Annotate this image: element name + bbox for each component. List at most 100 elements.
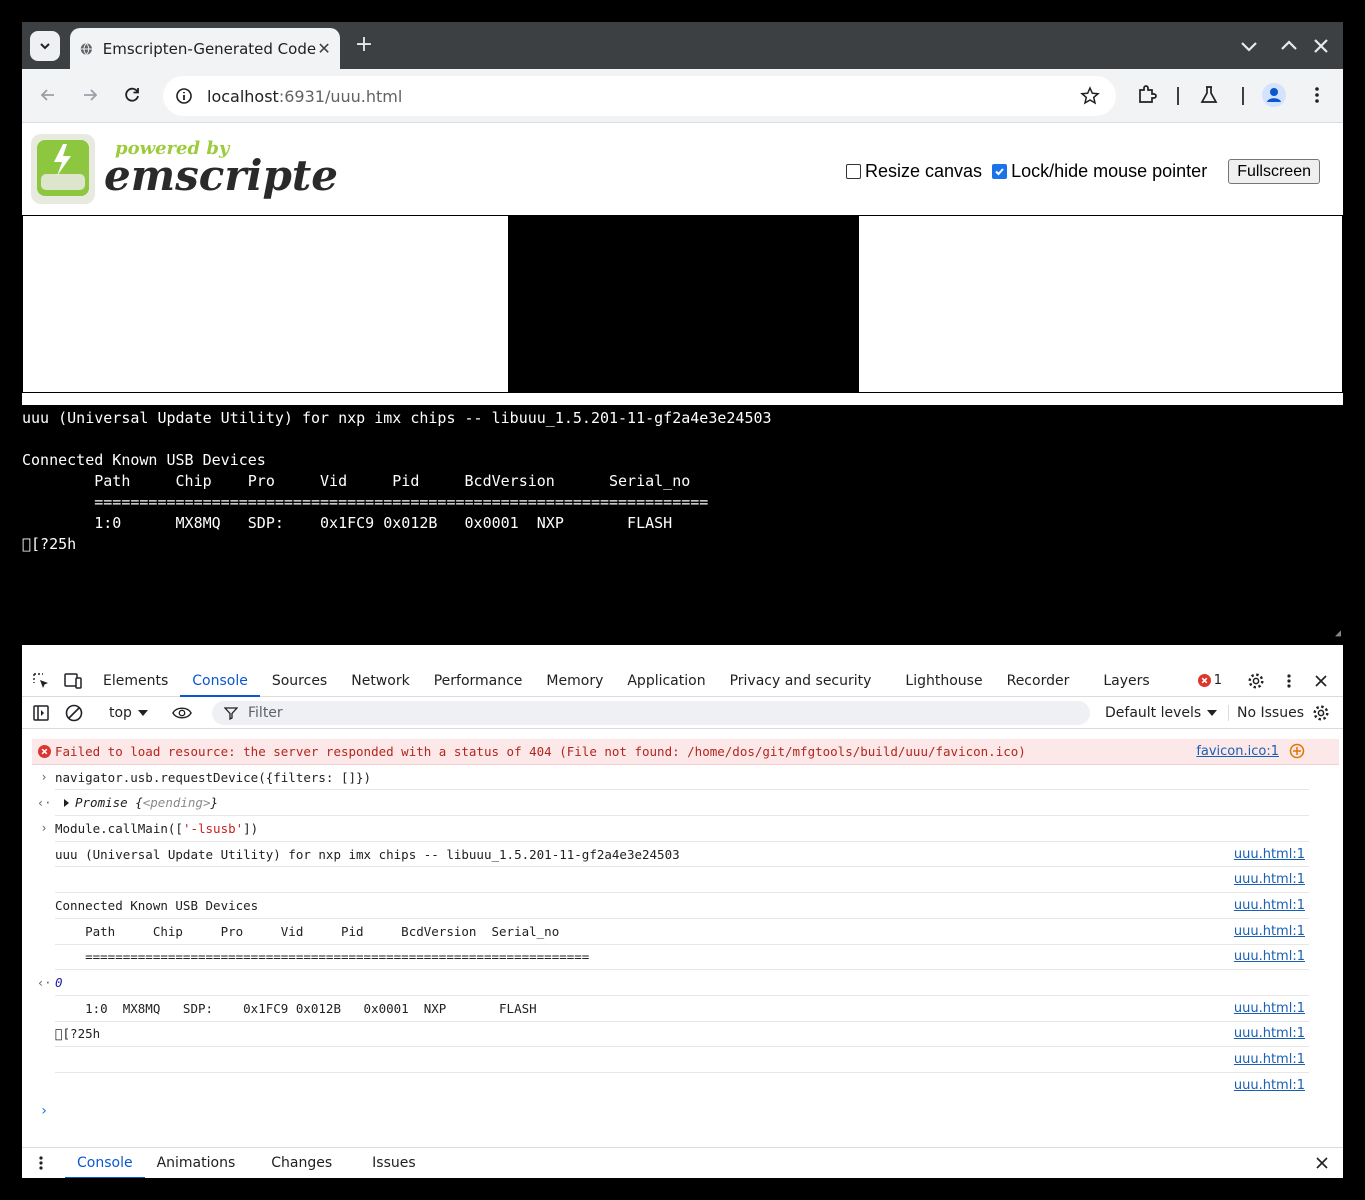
output-line: 1:0 MX8MQ SDP: 0x1FC9 0x012B 0x0001 NXP … — [22, 514, 673, 532]
resize-grip-icon[interactable]: ◢ — [1335, 623, 1341, 644]
toolbar-divider — [1177, 87, 1179, 105]
extensions-button[interactable] — [1135, 83, 1159, 107]
close-window-icon[interactable] — [1309, 34, 1333, 58]
labs-button[interactable] — [1197, 83, 1221, 107]
resize-canvas-label: Resize canvas — [865, 161, 983, 181]
reload-button[interactable] — [120, 83, 144, 107]
tab-search-button[interactable] — [30, 31, 60, 61]
console-settings-gear-icon[interactable] — [1311, 703, 1331, 723]
output-line:  [?25h — [22, 535, 77, 553]
error-counter[interactable]: 1 — [1197, 673, 1222, 688]
live-expression-eye-icon[interactable] — [172, 703, 192, 723]
log-source-link[interactable]: uuu.html:1 — [1234, 1052, 1305, 1067]
arrow-left-icon — [40, 89, 54, 101]
error-source-link[interactable]: favicon.ico:1 — [1196, 744, 1279, 759]
lock-mouse-checkbox[interactable] — [992, 164, 1008, 179]
drawer-tab-console[interactable]: Console — [65, 1148, 145, 1178]
devtools-tab-elements[interactable]: Elements — [91, 665, 180, 697]
inspect-element-icon[interactable] — [31, 671, 51, 691]
log-source-link[interactable]: uuu.html:1 — [1234, 898, 1305, 913]
sidebar-toggle-icon[interactable] — [31, 703, 51, 723]
devtools-tab-layers[interactable]: Layers — [1091, 665, 1161, 697]
devtools-tab-privacy[interactable]: Privacy and security — [718, 665, 884, 697]
console-log-row: ========================================… — [55, 945, 1309, 971]
profile-button[interactable] — [1262, 83, 1286, 107]
devtools-tab-application[interactable]: Application — [615, 665, 717, 697]
console-log-row: uuu.html:1 — [55, 1073, 1309, 1099]
console-messages: Failed to load resource: the server resp… — [22, 729, 1343, 1166]
log-source-link[interactable]: uuu.html:1 — [1234, 949, 1305, 964]
devtools-tab-lighthouse[interactable]: Lighthouse — [893, 665, 994, 697]
log-source-link[interactable]: uuu.html:1 — [1234, 1026, 1305, 1041]
ai-explain-icon[interactable] — [1289, 743, 1305, 759]
devtools-menu-icon[interactable] — [1279, 671, 1299, 691]
avatar-icon — [1262, 83, 1286, 107]
arrow-right-icon — [84, 89, 98, 101]
browser-window: Emscripten-Generated Code ✕ + localhost:… — [22, 22, 1343, 1178]
maximize-icon[interactable] — [1277, 34, 1301, 58]
resize-canvas-checkbox[interactable] — [846, 164, 861, 179]
devtools-tab-network[interactable]: Network — [339, 665, 421, 697]
puzzle-icon — [1139, 85, 1157, 103]
close-devtools-icon[interactable] — [1311, 671, 1331, 691]
back-button[interactable] — [36, 83, 60, 107]
new-tab-button[interactable]: + — [352, 33, 376, 57]
drawer-tab-changes[interactable]: Changes — [259, 1148, 344, 1179]
console-toolbar: top Filter Default levels No Issues — [22, 698, 1343, 729]
address-bar[interactable]: localhost:6931/uuu.html — [163, 76, 1116, 116]
console-prompt-icon: › — [39, 1103, 49, 1120]
log-source-link[interactable]: uuu.html:1 — [1234, 1078, 1305, 1093]
drawer-tab-issues[interactable]: Issues — [360, 1148, 428, 1179]
browser-toolbar: localhost:6931/uuu.html — [22, 69, 1343, 123]
error-icon — [1197, 674, 1211, 687]
drawer-menu-icon[interactable] — [31, 1153, 51, 1173]
output-line: Path Chip Pro Vid Pid BcdVersion Serial_… — [22, 472, 691, 490]
chevron-down-icon — [40, 43, 50, 50]
console-prompt-row[interactable]: › — [40, 1099, 1309, 1125]
lock-mouse-label: Lock/hide mouse pointer — [1011, 161, 1208, 181]
console-filter-input[interactable]: Filter — [212, 701, 1090, 725]
menu-button[interactable] — [1305, 83, 1329, 107]
console-log-row: Connected Known USB Devices uuu.html:1 — [55, 893, 1309, 919]
devtools-tab-performance[interactable]: Performance — [422, 665, 535, 697]
devtools-tab-memory[interactable]: Memory — [534, 665, 615, 697]
chevron-down-icon[interactable] — [1237, 34, 1261, 58]
flask-icon — [1200, 86, 1218, 103]
devtools-tab-recorder[interactable]: Recorder — [995, 665, 1082, 697]
close-drawer-icon[interactable] — [1312, 1153, 1332, 1173]
context-selector[interactable]: top — [109, 705, 148, 721]
console-log-row: Path Chip Pro Vid Pid BcdVersion Serial_… — [55, 919, 1309, 945]
log-source-link[interactable]: uuu.html:1 — [1234, 872, 1305, 887]
resize-canvas-option[interactable]: Resize canvas — [846, 161, 982, 182]
output-textarea[interactable]: uuu (Universal Update Utility) for nxp i… — [22, 405, 1343, 645]
console-error-row: Failed to load resource: the server resp… — [32, 739, 1339, 765]
issues-counter[interactable]: No Issues — [1228, 705, 1304, 721]
input-prompt-icon: › — [40, 821, 48, 836]
log-source-link[interactable]: uuu.html:1 — [1234, 847, 1305, 862]
log-source-link[interactable]: uuu.html:1 — [1234, 1001, 1305, 1016]
tab-close-icon[interactable]: ✕ — [316, 39, 332, 58]
console-result-row[interactable]: ‹· Promise {<pending>} — [37, 790, 1309, 817]
console-input-row: › Module.callMain(['-lsusb']) — [40, 816, 1309, 842]
forward-button[interactable] — [78, 83, 102, 107]
devtools-tab-console[interactable]: Console — [180, 665, 260, 697]
devtools-tab-sources[interactable]: Sources — [260, 665, 339, 697]
log-levels-dropdown[interactable]: Default levels — [1105, 705, 1218, 721]
console-log-row: 1:0 MX8MQ SDP: 0x1FC9 0x012B 0x0001 NXP … — [55, 996, 1309, 1022]
toolbar-divider — [1242, 87, 1244, 105]
lock-mouse-option[interactable]: Lock/hide mouse pointer — [992, 161, 1207, 182]
fullscreen-button[interactable]: Fullscreen — [1228, 159, 1320, 184]
drawer-tab-animations[interactable]: Animations — [145, 1148, 248, 1179]
console-log-row: uuu (Universal Update Utility) for nxp i… — [55, 842, 1309, 868]
emscripten-canvas[interactable] — [508, 216, 859, 392]
browser-tab[interactable]: Emscripten-Generated Code ✕ — [70, 28, 340, 69]
promise-object[interactable]: Promise {<pending>} — [55, 795, 218, 810]
checkmark-icon — [995, 168, 1004, 176]
clear-console-icon[interactable] — [64, 703, 84, 723]
device-toolbar-icon[interactable] — [63, 671, 83, 691]
dropdown-arrow-icon — [1207, 710, 1218, 716]
log-source-link[interactable]: uuu.html:1 — [1234, 924, 1305, 939]
bookmark-star-icon[interactable] — [1080, 86, 1100, 106]
settings-gear-icon[interactable] — [1246, 671, 1266, 691]
